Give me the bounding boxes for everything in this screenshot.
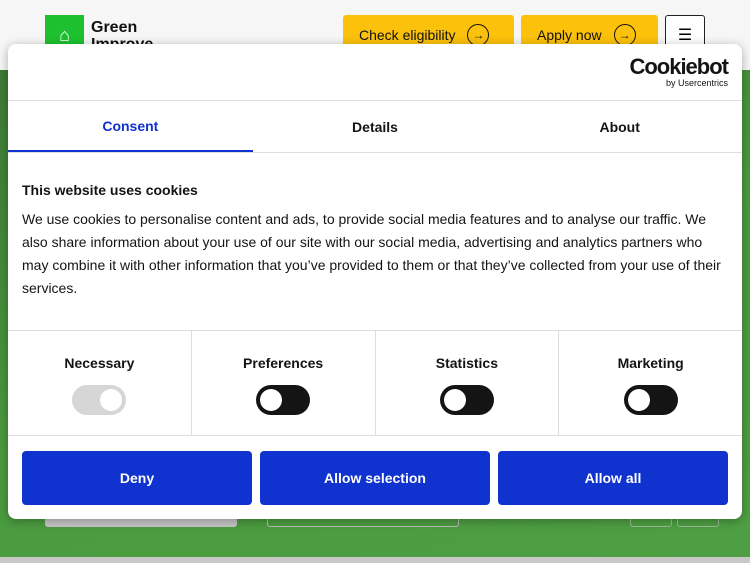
necessary-toggle[interactable]: [72, 385, 127, 415]
marketing-toggle[interactable]: [623, 385, 678, 415]
check-eligibility-label: Check eligibility: [359, 27, 456, 43]
cookiebot-logo-text: Cookiebot: [629, 54, 729, 79]
tab-about[interactable]: About: [497, 101, 742, 152]
marketing-label: Marketing: [617, 355, 684, 371]
consent-description: We use cookies to personalise content an…: [22, 211, 721, 296]
arrow-right-icon: →: [467, 24, 490, 46]
allow-all-button[interactable]: Allow all: [498, 451, 728, 505]
apply-now-label: Apply now: [537, 27, 602, 43]
preferences-toggle[interactable]: [256, 385, 311, 415]
consent-heading: This website uses cookies: [22, 182, 198, 198]
consent-tabs: Consent Details About: [8, 100, 742, 153]
tab-details[interactable]: Details: [253, 101, 498, 152]
arrow-right-icon: →: [613, 24, 636, 46]
statistics-label: Statistics: [435, 355, 498, 371]
deny-button[interactable]: Deny: [22, 451, 252, 505]
cookiebot-logo: Cookiebot by Usercentrics: [629, 54, 729, 89]
cookiebot-logo-sub: by Usercentrics: [665, 78, 728, 88]
hamburger-icon: ☰: [677, 27, 693, 44]
allow-selection-button[interactable]: Allow selection: [260, 451, 490, 505]
tab-consent[interactable]: Consent: [8, 101, 253, 152]
statistics-toggle[interactable]: [439, 385, 494, 415]
preferences-label: Preferences: [243, 355, 324, 371]
cookie-consent-dialog: Cookiebot by Usercentrics Consent Detail…: [8, 44, 742, 519]
cookie-category-toggles: Necessary Preferences Statistics Marketi…: [8, 330, 742, 436]
necessary-label: Necessary: [64, 355, 135, 371]
